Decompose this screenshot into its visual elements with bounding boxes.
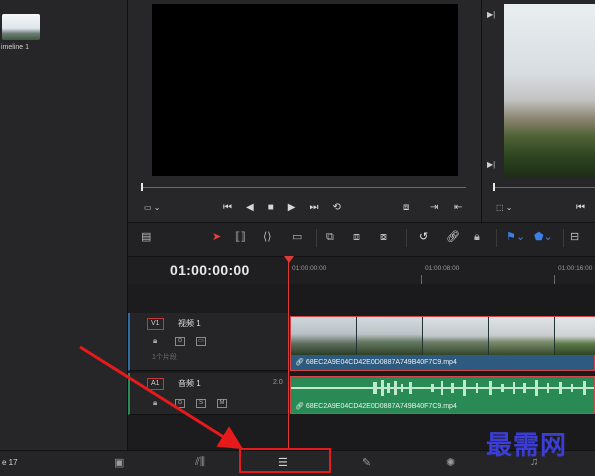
watermark: 最需网 bbox=[486, 431, 568, 460]
annotation-arrow bbox=[79, 345, 244, 450]
